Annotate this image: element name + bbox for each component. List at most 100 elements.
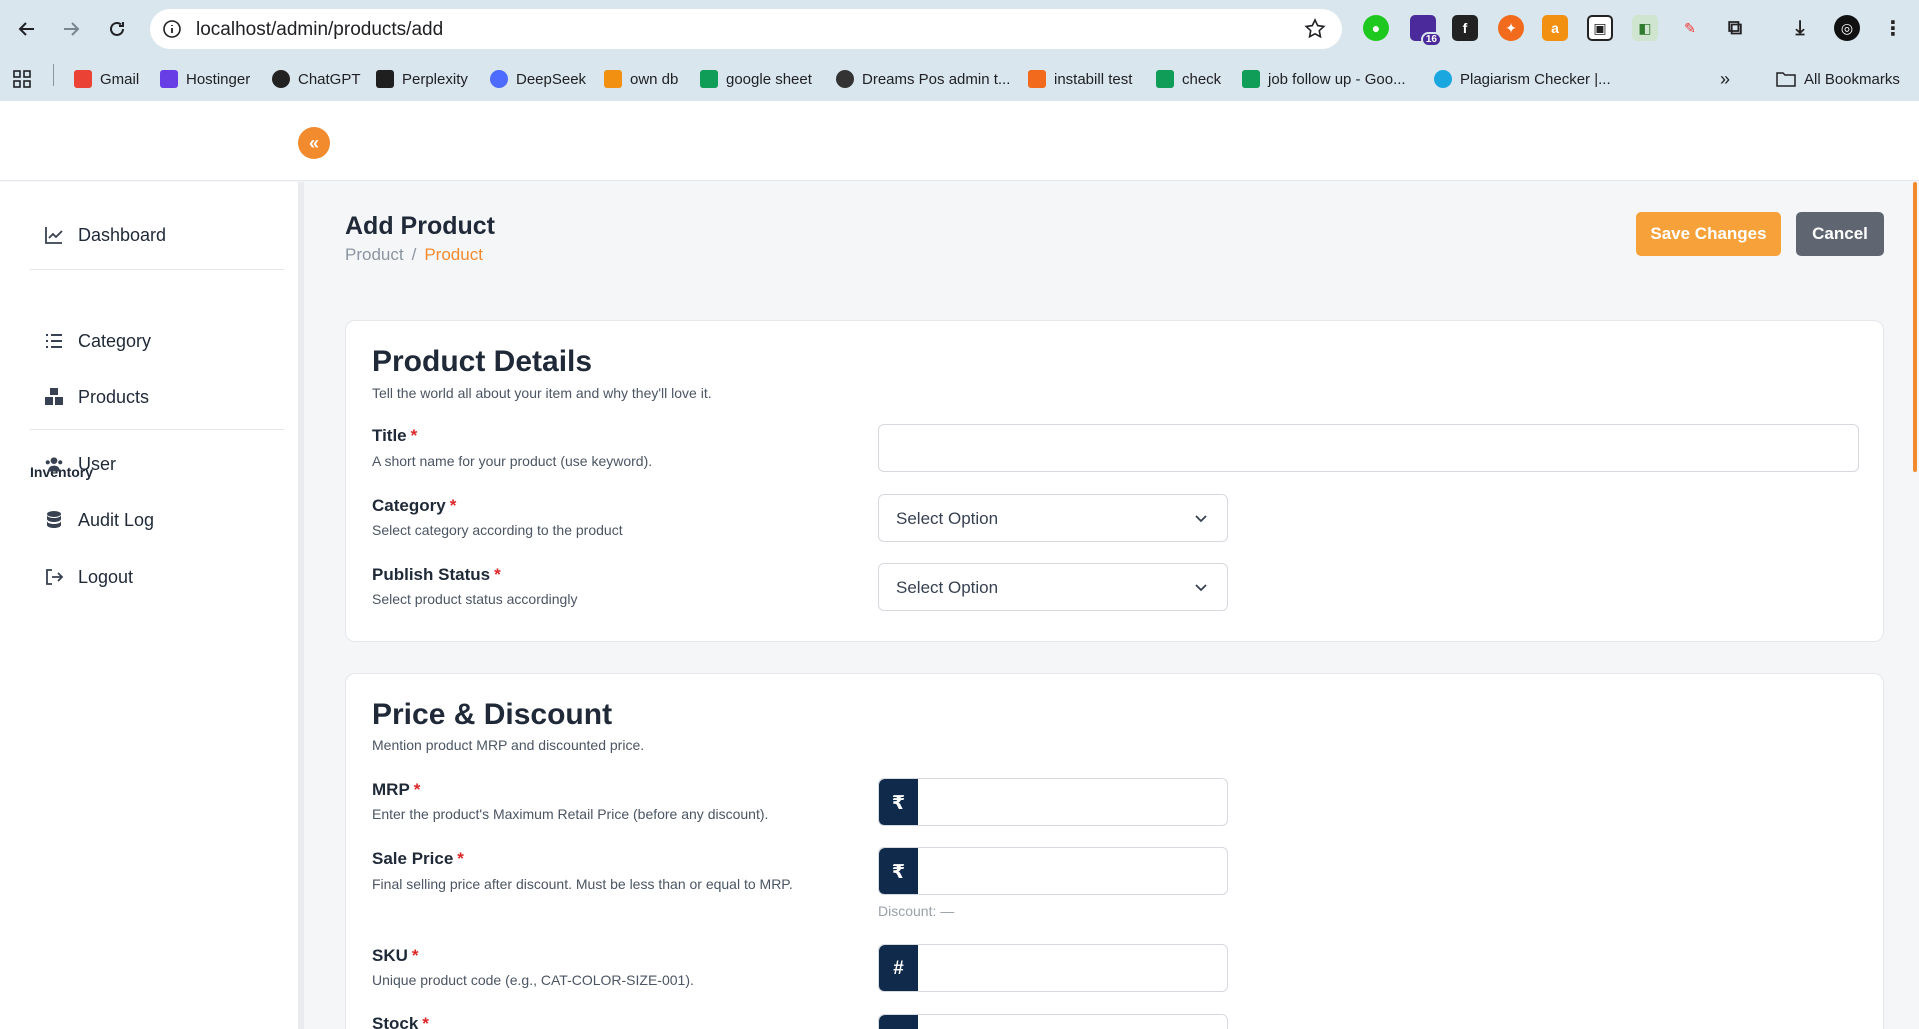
bookmark-dreams-pos[interactable]: Dreams Pos admin t... (836, 67, 1010, 91)
cancel-button[interactable]: Cancel (1796, 212, 1884, 256)
download-icon[interactable]: ⤓ (1787, 15, 1813, 41)
bookmark-google-sheet[interactable]: google sheet (700, 67, 812, 91)
bookmark-separator (53, 64, 54, 86)
title-input[interactable] (878, 424, 1859, 472)
section-subtitle: Tell the world all about your item and w… (372, 385, 712, 401)
bookmark-perplexity[interactable]: Perplexity (376, 67, 468, 91)
database-icon (47, 511, 61, 528)
app-header: « (0, 101, 1919, 181)
bookmark-hostinger[interactable]: Hostinger (160, 67, 250, 91)
instabill-icon (1028, 70, 1046, 88)
breadcrumb: Product / Product (345, 245, 483, 265)
discount-text: Discount: — (878, 903, 955, 919)
category-help: Select category according to the product (372, 522, 623, 538)
section-subtitle: Mention product MRP and discounted price… (372, 737, 645, 753)
bookmark-check[interactable]: check (1156, 67, 1221, 91)
chart-line-icon (45, 227, 63, 244)
rupee-icon: ₹ (879, 848, 918, 894)
bookmark-gmail[interactable]: Gmail (74, 67, 139, 91)
sidebar-item-dashboard[interactable]: Dashboard (44, 221, 166, 249)
bookmark-instabill[interactable]: instabill test (1028, 67, 1132, 91)
publish-status-help: Select product status accordingly (372, 591, 578, 607)
sidebar-divider (30, 429, 284, 430)
hash-icon: # (879, 945, 918, 991)
bookmark-deepseek[interactable]: DeepSeek (490, 67, 586, 91)
url-text[interactable]: localhost/admin/products/add (196, 19, 443, 41)
profile-avatar-icon[interactable]: ◎ (1834, 15, 1860, 41)
arrow-left-icon (18, 22, 34, 36)
title-help: A short name for your product (use keywo… (372, 453, 653, 469)
apps-grid-icon[interactable] (12, 67, 32, 91)
extension-f-icon[interactable]: f (1452, 15, 1478, 41)
extension-db-icon[interactable]: ◧ (1632, 15, 1658, 41)
double-chevron-left-icon: « (308, 132, 319, 153)
hash-icon: # (879, 1015, 918, 1029)
save-changes-button[interactable]: Save Changes (1636, 212, 1781, 256)
extension-pen-icon[interactable]: ✎ (1677, 15, 1703, 41)
more-bookmarks-button[interactable]: » (1720, 67, 1730, 91)
browser-chrome: localhost/admin/products/add ● 16 f ✦ a … (0, 0, 1919, 101)
browser-toolbar: localhost/admin/products/add ● 16 f ✦ a … (0, 0, 1919, 58)
sidebar-item-logout[interactable]: Logout (44, 563, 133, 591)
sku-input[interactable]: # (878, 944, 1228, 992)
breadcrumb-item[interactable]: Product (345, 245, 404, 265)
sheets-icon (700, 70, 718, 88)
perplexity-icon (376, 70, 394, 88)
publish-status-label: Publish Status * (372, 565, 501, 584)
bookmark-job-follow-up[interactable]: job follow up - Goo... (1242, 67, 1406, 91)
mrp-input[interactable]: ₹ (878, 778, 1228, 826)
extension-badge: 16 (1420, 32, 1442, 47)
scrollbar-thumb[interactable] (1913, 182, 1917, 472)
sidebar-item-audit-log[interactable]: Audit Log (44, 506, 154, 534)
bookmarks-bar: Gmail Hostinger ChatGPT Perplexity DeepS… (0, 58, 1919, 101)
sidebar-collapse-button[interactable]: « (298, 127, 330, 159)
chatgpt-icon (272, 70, 290, 88)
bookmark-chatgpt[interactable]: ChatGPT (272, 67, 361, 91)
stock-label: Stock * (372, 1014, 429, 1029)
category-select[interactable]: Select Option (878, 494, 1228, 542)
address-bar[interactable]: localhost/admin/products/add (150, 9, 1342, 49)
price-discount-card: Price & Discount Mention product MRP and… (345, 673, 1884, 1029)
extensions-puzzle-icon[interactable]: ⧉ (1722, 15, 1748, 41)
section-title: Price & Discount (372, 698, 613, 731)
bookmark-plagiarism-checker[interactable]: Plagiarism Checker |... (1434, 67, 1611, 91)
chevron-down-icon (1195, 584, 1207, 592)
sidebar-item-products[interactable]: Products (44, 383, 149, 411)
extension-orange-icon[interactable]: ✦ (1498, 15, 1524, 41)
sidebar-item-user[interactable]: User (44, 450, 116, 478)
all-bookmarks-button[interactable]: All Bookmarks (1776, 67, 1900, 91)
reload-button[interactable] (102, 14, 132, 44)
product-details-card: Product Details Tell the world all about… (345, 320, 1884, 642)
reload-icon (110, 21, 124, 36)
sidebar-item-category[interactable]: Category (44, 327, 151, 355)
check-icon (1156, 70, 1174, 88)
list-icon (46, 334, 62, 348)
site-info-icon[interactable] (162, 19, 182, 39)
title-label: Title * (372, 426, 418, 445)
sidebar: Dashboard Inventory Category Products Us… (0, 182, 304, 1029)
sale-price-input[interactable]: ₹ (878, 847, 1228, 895)
arrow-right-icon (64, 22, 80, 36)
rupee-icon: ₹ (879, 779, 918, 825)
folder-icon (1776, 72, 1796, 87)
back-button[interactable] (12, 14, 42, 44)
logout-icon (46, 569, 64, 585)
extension-graduation-icon[interactable]: 16 (1410, 15, 1442, 47)
sale-price-help: Final selling price after discount. Must… (372, 876, 793, 892)
bookmark-star-icon[interactable] (1304, 18, 1326, 40)
stock-input[interactable]: # (878, 1014, 1228, 1029)
hostinger-icon (160, 70, 178, 88)
phpmyadmin-icon (604, 70, 622, 88)
extension-green-icon[interactable]: ● (1363, 15, 1389, 41)
bookmark-own-db[interactable]: own db (604, 67, 678, 91)
page-title: Add Product (345, 212, 495, 240)
sheets-icon (1242, 70, 1260, 88)
deepseek-icon (490, 70, 508, 88)
extension-image-icon[interactable]: ▣ (1587, 15, 1613, 41)
forward-button[interactable] (56, 14, 86, 44)
boxes-icon (45, 388, 63, 405)
kebab-menu-icon[interactable]: ⋮ (1880, 15, 1906, 41)
extension-a-icon[interactable]: a (1542, 15, 1568, 41)
mrp-label: MRP * (372, 780, 421, 799)
publish-status-select[interactable]: Select Option (878, 563, 1228, 611)
